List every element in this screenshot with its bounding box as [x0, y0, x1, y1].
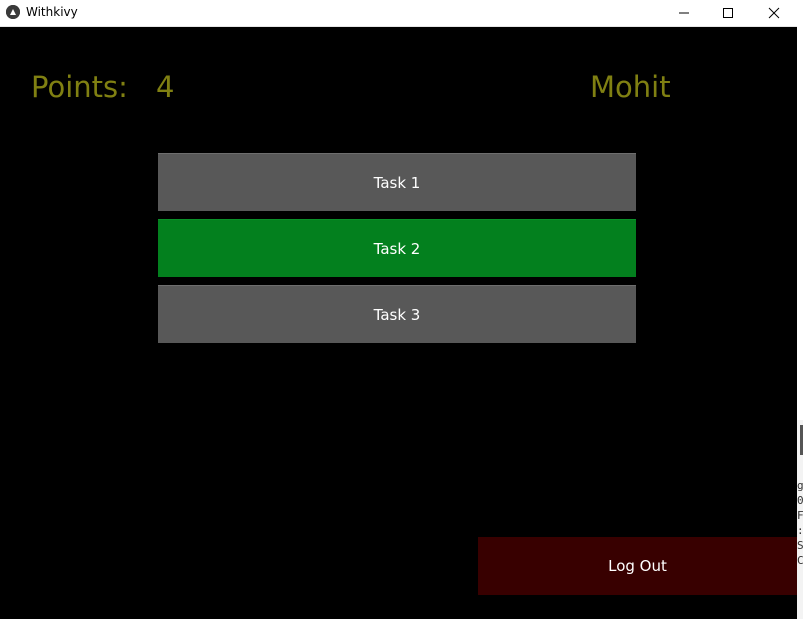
points-value: 4 — [156, 70, 175, 104]
points-label: Points: — [31, 70, 128, 104]
maximize-button[interactable] — [705, 0, 751, 26]
app-window: Withkivy g 0, F : Se C Points: 4 Mohit T… — [0, 0, 803, 619]
kivy-app-icon — [6, 5, 20, 19]
window-title: Withkivy — [26, 5, 78, 19]
maximize-icon — [722, 4, 734, 23]
close-button[interactable] — [751, 0, 797, 26]
task-2-button[interactable]: Task 2 — [158, 219, 636, 277]
minimize-icon — [678, 4, 690, 23]
background-window-text: g 0, F : Se C — [797, 479, 803, 567]
task-3-button[interactable]: Task 3 — [158, 285, 636, 343]
title-bar[interactable]: Withkivy — [0, 0, 797, 27]
task-1-button[interactable]: Task 1 — [158, 153, 636, 211]
close-icon — [768, 4, 780, 23]
username-label: Mohit — [590, 70, 671, 104]
minimize-button[interactable] — [661, 0, 707, 26]
logout-button[interactable]: Log Out — [478, 537, 797, 595]
background-window-edge: g 0, F : Se C — [797, 0, 803, 619]
